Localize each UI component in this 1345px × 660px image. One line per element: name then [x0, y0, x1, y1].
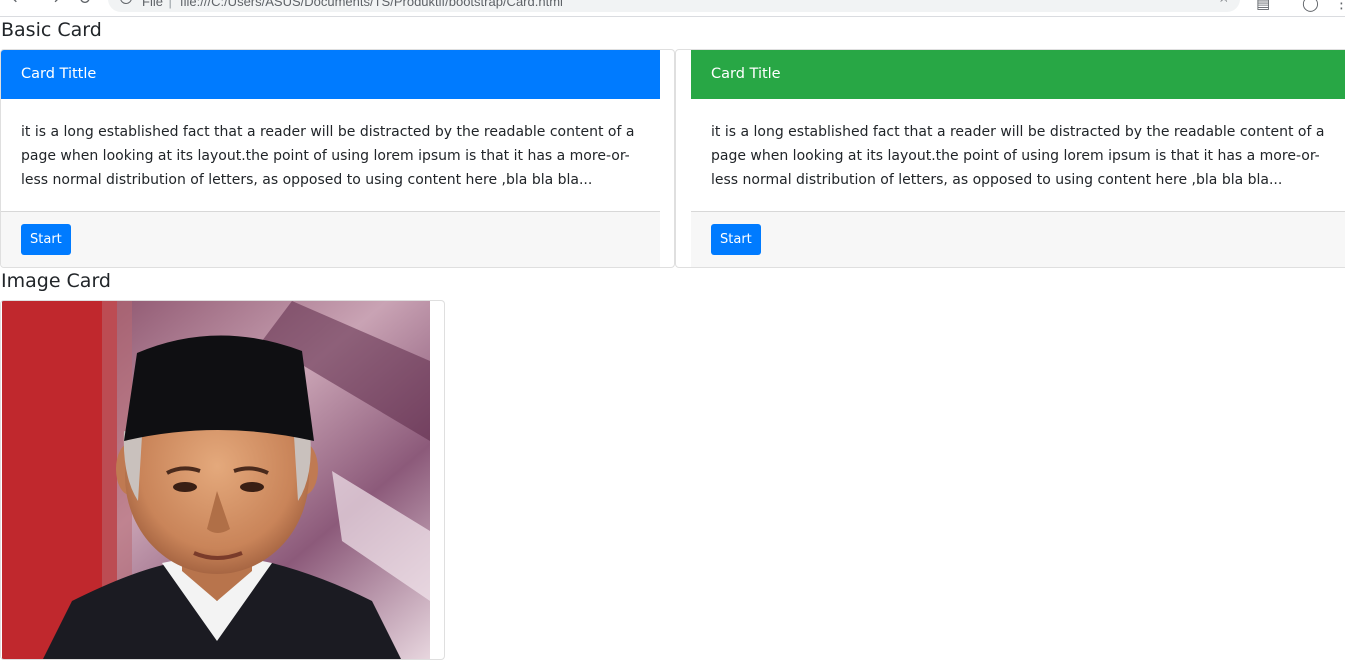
image-card-heading: Image Card: [1, 270, 111, 292]
separator: |: [168, 0, 173, 9]
reload-icon[interactable]: ↻: [78, 0, 91, 7]
card-footer: Start: [691, 211, 1345, 267]
card-green: Card Title it is a long established fact…: [675, 49, 1345, 268]
card-body-text: it is a long established fact that a rea…: [711, 124, 1325, 188]
forward-icon[interactable]: →: [46, 0, 59, 7]
basic-card-heading: Basic Card: [1, 19, 102, 41]
card-body-text: it is a long established fact that a rea…: [21, 124, 635, 188]
card-footer: Start: [1, 211, 660, 267]
portrait-image: [2, 301, 430, 659]
back-icon[interactable]: ←: [12, 0, 25, 7]
card-header: Card Tittle: [1, 50, 660, 99]
address-bar[interactable]: File | file:///C:/Users/ASUS/Documents/T…: [108, 0, 1240, 12]
browser-toolbar: ← → ↻ File | file:///C:/Users/ASUS/Docum…: [0, 0, 1345, 17]
info-icon[interactable]: [120, 0, 132, 4]
scheme-label: File: [142, 0, 163, 9]
start-button[interactable]: Start: [21, 224, 71, 255]
extension-icon[interactable]: ▤: [1256, 0, 1270, 12]
url-text[interactable]: file:///C:/Users/ASUS/Documents/TS/Produ…: [180, 0, 563, 9]
account-icon[interactable]: ◯: [1302, 0, 1319, 12]
start-button[interactable]: Start: [711, 224, 761, 255]
card-header: Card Title: [691, 50, 1345, 99]
star-icon[interactable]: ☆: [1217, 0, 1230, 6]
card-blue: Card Tittle it is a long established fac…: [0, 49, 675, 268]
menu-icon[interactable]: ⋮: [1334, 0, 1345, 12]
image-card: [0, 300, 445, 660]
